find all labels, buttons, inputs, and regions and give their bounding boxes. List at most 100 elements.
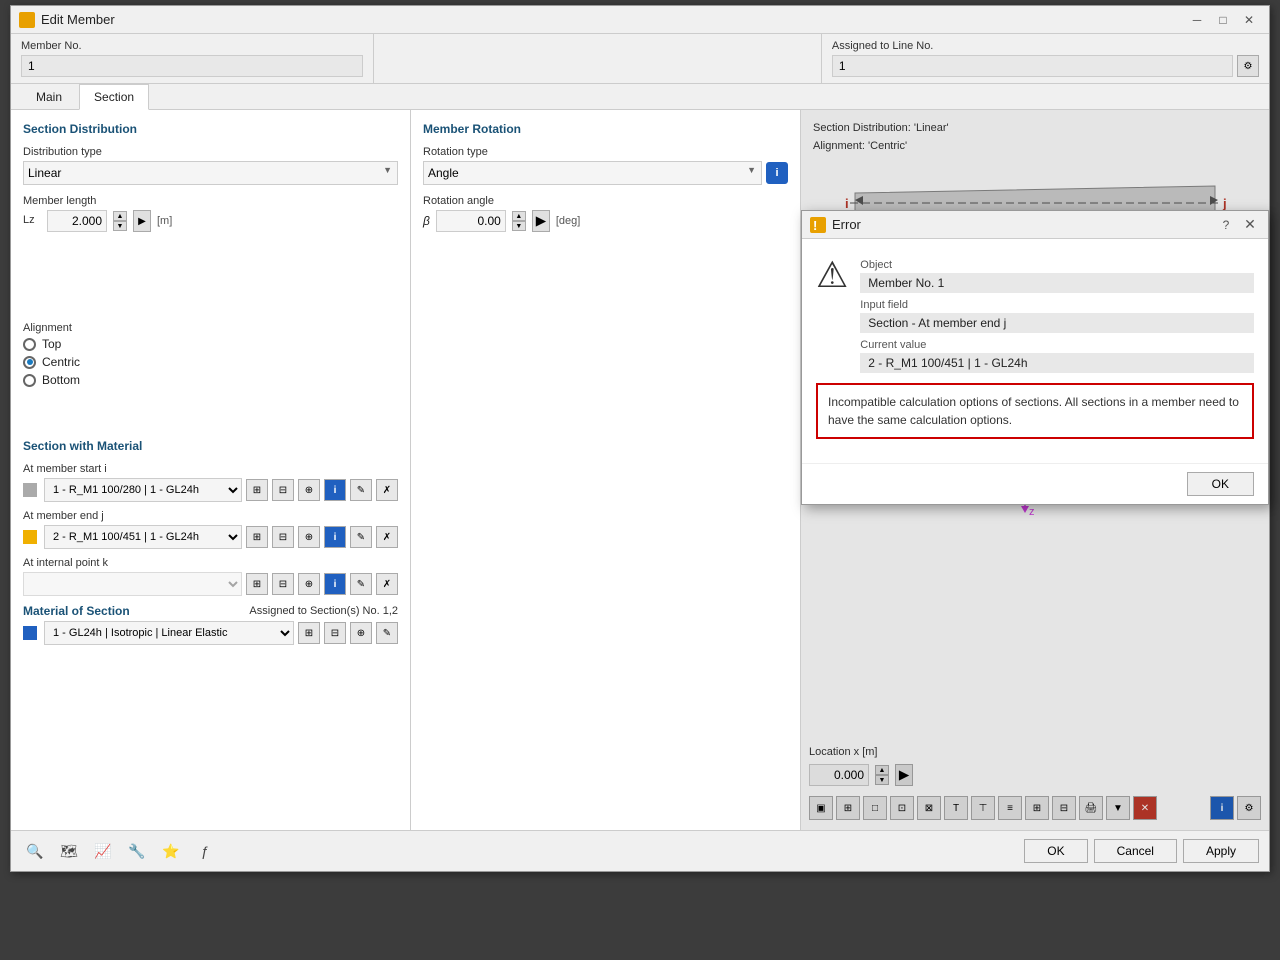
main-window: Edit Member ─ □ ✕ Member No. Assigned to… (10, 5, 1270, 872)
int-new-btn[interactable]: ⊕ (298, 573, 320, 595)
minimize-button[interactable]: ─ (1185, 10, 1209, 30)
cancel-button[interactable]: Cancel (1094, 839, 1177, 863)
distribution-type-row: Distribution type Linear (23, 146, 398, 185)
distribution-type-label: Distribution type (23, 146, 398, 158)
lz-spin-btns: ▲ ▼ (113, 211, 127, 231)
section-material-header: Section with Material (23, 439, 398, 453)
member-no-label: Member No. (21, 40, 363, 52)
error-message-box: Incompatible calculation options of sect… (816, 383, 1254, 439)
lz-spin-up[interactable]: ▲ (113, 211, 127, 221)
end-color-box (23, 530, 37, 544)
mat-edit-btn[interactable]: ✎ (376, 622, 398, 644)
end-info-btn[interactable]: i (324, 526, 346, 548)
dialog-top-row: ⚠ Object Member No. 1 Input field Sectio… (816, 253, 1254, 373)
int-table-btn[interactable]: ⊟ (272, 573, 294, 595)
member-rotation-header: Member Rotation (423, 122, 788, 136)
rotation-angle-row: Rotation angle β ▲ ▼ ▶ [deg] (423, 195, 788, 232)
settings-icon-btn[interactable]: 🔧 (123, 837, 151, 865)
rotation-angle-label: Rotation angle (423, 195, 788, 207)
end-edit-btn[interactable]: ✎ (350, 526, 372, 548)
material-assigned-label: Assigned to Section(s) No. 1,2 (249, 605, 398, 617)
at-start-row: 1 - R_M1 100/280 | 1 - GL24h ⊞ ⊟ ⊕ i ✎ ✗ (23, 478, 398, 502)
beta-spin-down[interactable]: ▼ (512, 221, 526, 231)
graph-icon-btn[interactable]: 📈 (89, 837, 117, 865)
material-header: Material of Section (23, 604, 130, 618)
int-info-btn[interactable]: i (324, 573, 346, 595)
start-new-btn[interactable]: ⊕ (298, 479, 320, 501)
member-length-label: Member length (23, 195, 398, 207)
error-message-text: Incompatible calculation options of sect… (828, 395, 1239, 427)
rotation-type-select[interactable]: Angle (423, 161, 762, 185)
bottom-bar: 🔍 🗺 📈 🔧 ⭐ ƒ OK Cancel Apply (11, 830, 1269, 871)
at-start-select[interactable]: 1 - R_M1 100/280 | 1 - GL24h (44, 478, 242, 502)
at-internal-row: ⊞ ⊟ ⊕ i ✎ ✗ (23, 572, 398, 596)
alignment-bottom-label: Bottom (42, 373, 80, 387)
input-field-label: Input field (860, 299, 1254, 311)
beta-spin-up[interactable]: ▲ (512, 211, 526, 221)
end-del-btn[interactable]: ✗ (376, 526, 398, 548)
code-icon-btn[interactable]: ƒ (191, 837, 219, 865)
alignment-section: Alignment Top Centric Bottom (23, 322, 398, 387)
start-color-box (23, 483, 37, 497)
star-icon-btn[interactable]: ⭐ (157, 837, 185, 865)
mat-new-btn[interactable]: ⊕ (350, 622, 372, 644)
maximize-button[interactable]: □ (1211, 10, 1235, 30)
lz-arrow-btn[interactable]: ▶ (133, 210, 151, 232)
at-end-row: 2 - R_M1 100/451 | 1 - GL24h ⊞ ⊟ ⊕ i ✎ ✗ (23, 525, 398, 549)
dialog-ok-button[interactable]: OK (1187, 472, 1254, 496)
dialog-fields: Object Member No. 1 Input field Section … (860, 253, 1254, 373)
app-icon (19, 12, 35, 28)
object-value: Member No. 1 (860, 273, 1254, 293)
ok-button[interactable]: OK (1024, 839, 1087, 863)
tab-main[interactable]: Main (21, 84, 77, 109)
material-select[interactable]: 1 - GL24h | Isotropic | Linear Elastic (44, 621, 294, 645)
beta-unit: [deg] (556, 215, 580, 227)
lz-spin-down[interactable]: ▼ (113, 221, 127, 231)
int-del-btn[interactable]: ✗ (376, 573, 398, 595)
search-icon-btn[interactable]: 🔍 (21, 837, 49, 865)
end-table-btn[interactable]: ⊟ (272, 526, 294, 548)
rotation-type-label: Rotation type (423, 146, 788, 158)
start-del-btn[interactable]: ✗ (376, 479, 398, 501)
at-end-select[interactable]: 2 - R_M1 100/451 | 1 - GL24h (44, 525, 242, 549)
alignment-centric-radio[interactable] (23, 356, 36, 369)
tab-section[interactable]: Section (79, 84, 149, 110)
end-new-btn[interactable]: ⊕ (298, 526, 320, 548)
lz-input[interactable] (47, 210, 107, 232)
start-table-btn[interactable]: ⊟ (272, 479, 294, 501)
alignment-top-option[interactable]: Top (23, 337, 398, 351)
int-edit-btn[interactable]: ✎ (350, 573, 372, 595)
start-edit-btn[interactable]: ✎ (350, 479, 372, 501)
apply-button[interactable]: Apply (1183, 839, 1259, 863)
mat-map-btn[interactable]: ⊞ (298, 622, 320, 644)
map-icon-btn[interactable]: 🗺 (55, 837, 83, 865)
member-no-input[interactable] (21, 55, 363, 77)
beta-arrow-btn[interactable]: ▶ (532, 210, 550, 232)
dialog-help-btn[interactable]: ? (1216, 215, 1236, 235)
mat-table-btn[interactable]: ⊟ (324, 622, 346, 644)
material-select-row: 1 - GL24h | Isotropic | Linear Elastic ⊞… (23, 621, 398, 645)
alignment-top-radio[interactable] (23, 338, 36, 351)
alignment-centric-option[interactable]: Centric (23, 355, 398, 369)
alignment-bottom-option[interactable]: Bottom (23, 373, 398, 387)
start-map-btn[interactable]: ⊞ (246, 479, 268, 501)
distribution-type-select[interactable]: Linear (23, 161, 398, 185)
alignment-top-label: Top (42, 337, 61, 351)
rotation-type-row: Rotation type Angle i (423, 146, 788, 185)
dialog-close-btn[interactable]: ✕ (1240, 215, 1260, 235)
at-internal-select[interactable] (23, 572, 242, 596)
at-start-label: At member start i (23, 463, 398, 475)
int-map-btn[interactable]: ⊞ (246, 573, 268, 595)
end-map-btn[interactable]: ⊞ (246, 526, 268, 548)
beta-input[interactable] (436, 210, 506, 232)
alignment-centric-label: Centric (42, 355, 80, 369)
assigned-line-group: Assigned to Line No. ⚙ (822, 34, 1269, 83)
assigned-line-icon-btn[interactable]: ⚙ (1237, 55, 1259, 77)
close-button[interactable]: ✕ (1237, 10, 1261, 30)
assigned-line-input[interactable] (832, 55, 1233, 77)
object-label: Object (860, 259, 1254, 271)
rotation-type-info-btn[interactable]: i (766, 162, 788, 184)
middle-panel: Member Rotation Rotation type Angle i Ro… (411, 110, 801, 830)
start-info-btn[interactable]: i (324, 479, 346, 501)
alignment-bottom-radio[interactable] (23, 374, 36, 387)
